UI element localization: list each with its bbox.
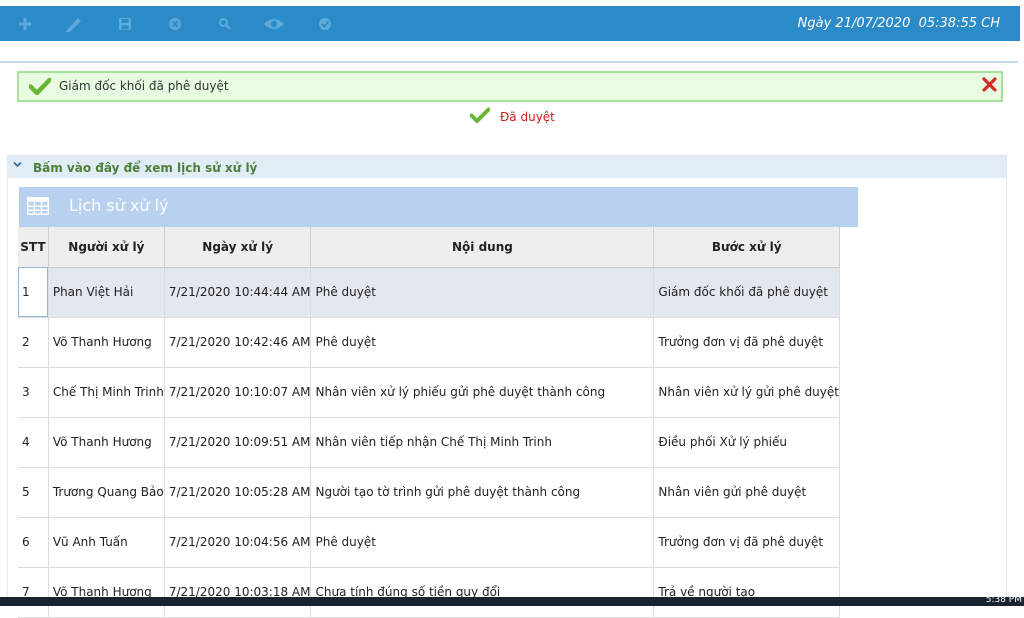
cell-step: Trả về người tạo: [653, 567, 840, 618]
cell-step: Nhân viên xử lý gửi phê duyệt: [653, 367, 840, 418]
cell-handler: Trương Quang Bảo: [48, 467, 165, 518]
cell-step: Trưởng đơn vị đã phê duyệt: [653, 317, 840, 368]
table-header-row: STT Người xử lý Ngày xử lý Nội dung Bước…: [18, 227, 840, 268]
approval-alert: Giám đốc khối đã phê duyệt: [17, 71, 1003, 102]
column-header-step[interactable]: Bước xử lý: [653, 227, 840, 268]
history-toggle[interactable]: Bấm vào đây để xem lịch sử xử lý: [8, 156, 1006, 178]
taskbar-clock: 5:38 PM: [985, 595, 1022, 605]
cell-content: Phê duyệt: [310, 267, 655, 318]
approve-icon[interactable]: [310, 6, 340, 41]
cell-content: Nhân viên tiếp nhận Chế Thị Minh Trinh: [310, 417, 655, 468]
datetime-label: Ngày 21/07/2020 05:38:55 CH: [797, 16, 1000, 31]
cell-date: 7/21/2020 10:05:28 AM: [164, 467, 312, 518]
cancel-icon[interactable]: [160, 6, 190, 41]
separator: [0, 61, 1018, 63]
cell-date: 7/21/2020 10:04:56 AM: [164, 517, 312, 568]
top-toolbar: Ngày 21/07/2020 05:38:55 CH: [0, 6, 1020, 41]
cell-handler: Võ Thanh Hương: [48, 567, 165, 618]
cell-handler: Chế Thị Minh Trinh: [48, 367, 165, 418]
cell-handler: Phan Việt Hải: [48, 267, 165, 318]
table-row[interactable]: 4 Võ Thanh Hương 7/21/2020 10:09:51 AM N…: [18, 417, 840, 468]
cell-stt: 4: [18, 417, 49, 468]
cell-stt: 2: [18, 317, 49, 368]
cell-content: Chưa tính đúng số tiền quy đổi: [310, 567, 655, 618]
cell-stt: 6: [18, 517, 49, 568]
check-icon: [28, 77, 52, 99]
history-table-header: Lịch sử xử lý: [19, 187, 858, 227]
check-icon: [469, 107, 491, 127]
close-icon[interactable]: [981, 76, 998, 93]
history-panel: Bấm vào đây để xem lịch sử xử lý Lịch sử…: [7, 155, 1007, 618]
cell-handler: Võ Thanh Hương: [48, 417, 165, 468]
column-header-handler[interactable]: Người xử lý: [48, 227, 165, 268]
chevron-down-icon: [13, 160, 22, 171]
cell-step: Điều phối Xử lý phiếu: [653, 417, 840, 468]
save-icon[interactable]: [110, 6, 140, 41]
cell-step: Trưởng đơn vị đã phê duyệt: [653, 517, 840, 568]
table-row[interactable]: 2 Võ Thanh Hương 7/21/2020 10:42:46 AM P…: [18, 317, 840, 368]
cell-content: Nhân viên xử lý phiếu gửi phê duyệt thàn…: [310, 367, 655, 418]
cell-handler: Vũ Anh Tuấn: [48, 517, 165, 568]
history-toggle-label: Bấm vào đây để xem lịch sử xử lý: [33, 161, 258, 175]
table-row[interactable]: 5 Trương Quang Bảo 7/21/2020 10:05:28 AM…: [18, 467, 840, 518]
cell-content: Phê duyệt: [310, 317, 655, 368]
column-header-date[interactable]: Ngày xử lý: [164, 227, 312, 268]
cell-date: 7/21/2020 10:42:46 AM: [164, 317, 312, 368]
cell-date: 7/21/2020 10:44:44 AM: [164, 267, 312, 318]
history-table-title: Lịch sử xử lý: [69, 196, 169, 215]
cell-date: 7/21/2020 10:10:07 AM: [164, 367, 312, 418]
cell-content: Người tạo tờ trình gửi phê duyệt thành c…: [310, 467, 655, 518]
cell-step: Nhân viên gửi phê duyệt: [653, 467, 840, 518]
view-icon[interactable]: [259, 6, 289, 41]
cell-stt: 5: [18, 467, 49, 518]
cell-content: Phê duyệt: [310, 517, 655, 568]
edit-icon[interactable]: [59, 6, 89, 41]
table-row[interactable]: 6 Vũ Anh Tuấn 7/21/2020 10:04:56 AM Phê …: [18, 517, 840, 568]
cell-stt: 1: [18, 267, 49, 318]
search-icon[interactable]: [210, 6, 240, 41]
cell-step: Giám đốc khối đã phê duyệt: [653, 267, 840, 318]
approval-status: Đã duyệt: [469, 107, 555, 127]
status-label: Đã duyệt: [500, 110, 555, 124]
column-header-content[interactable]: Nội dung: [310, 227, 655, 268]
table-row[interactable]: 3 Chế Thị Minh Trinh 7/21/2020 10:10:07 …: [18, 367, 840, 418]
column-header-stt[interactable]: STT: [18, 227, 49, 268]
cell-stt: 3: [18, 367, 49, 418]
cell-stt: 7: [18, 567, 49, 618]
add-icon[interactable]: [10, 6, 40, 41]
history-table: STT Người xử lý Ngày xử lý Nội dung Bước…: [18, 227, 840, 618]
cell-date: 7/21/2020 10:03:18 AM: [164, 567, 312, 618]
cell-date: 7/21/2020 10:09:51 AM: [164, 417, 312, 468]
table-row[interactable]: 7 Võ Thanh Hương 7/21/2020 10:03:18 AM C…: [18, 567, 840, 618]
alert-message: Giám đốc khối đã phê duyệt: [59, 79, 229, 93]
table-grid-icon: [27, 197, 49, 219]
table-row[interactable]: 1 Phan Việt Hải 7/21/2020 10:44:44 AM Ph…: [18, 267, 840, 318]
cell-handler: Võ Thanh Hương: [48, 317, 165, 368]
os-taskbar: 5:38 PM: [0, 595, 1024, 606]
